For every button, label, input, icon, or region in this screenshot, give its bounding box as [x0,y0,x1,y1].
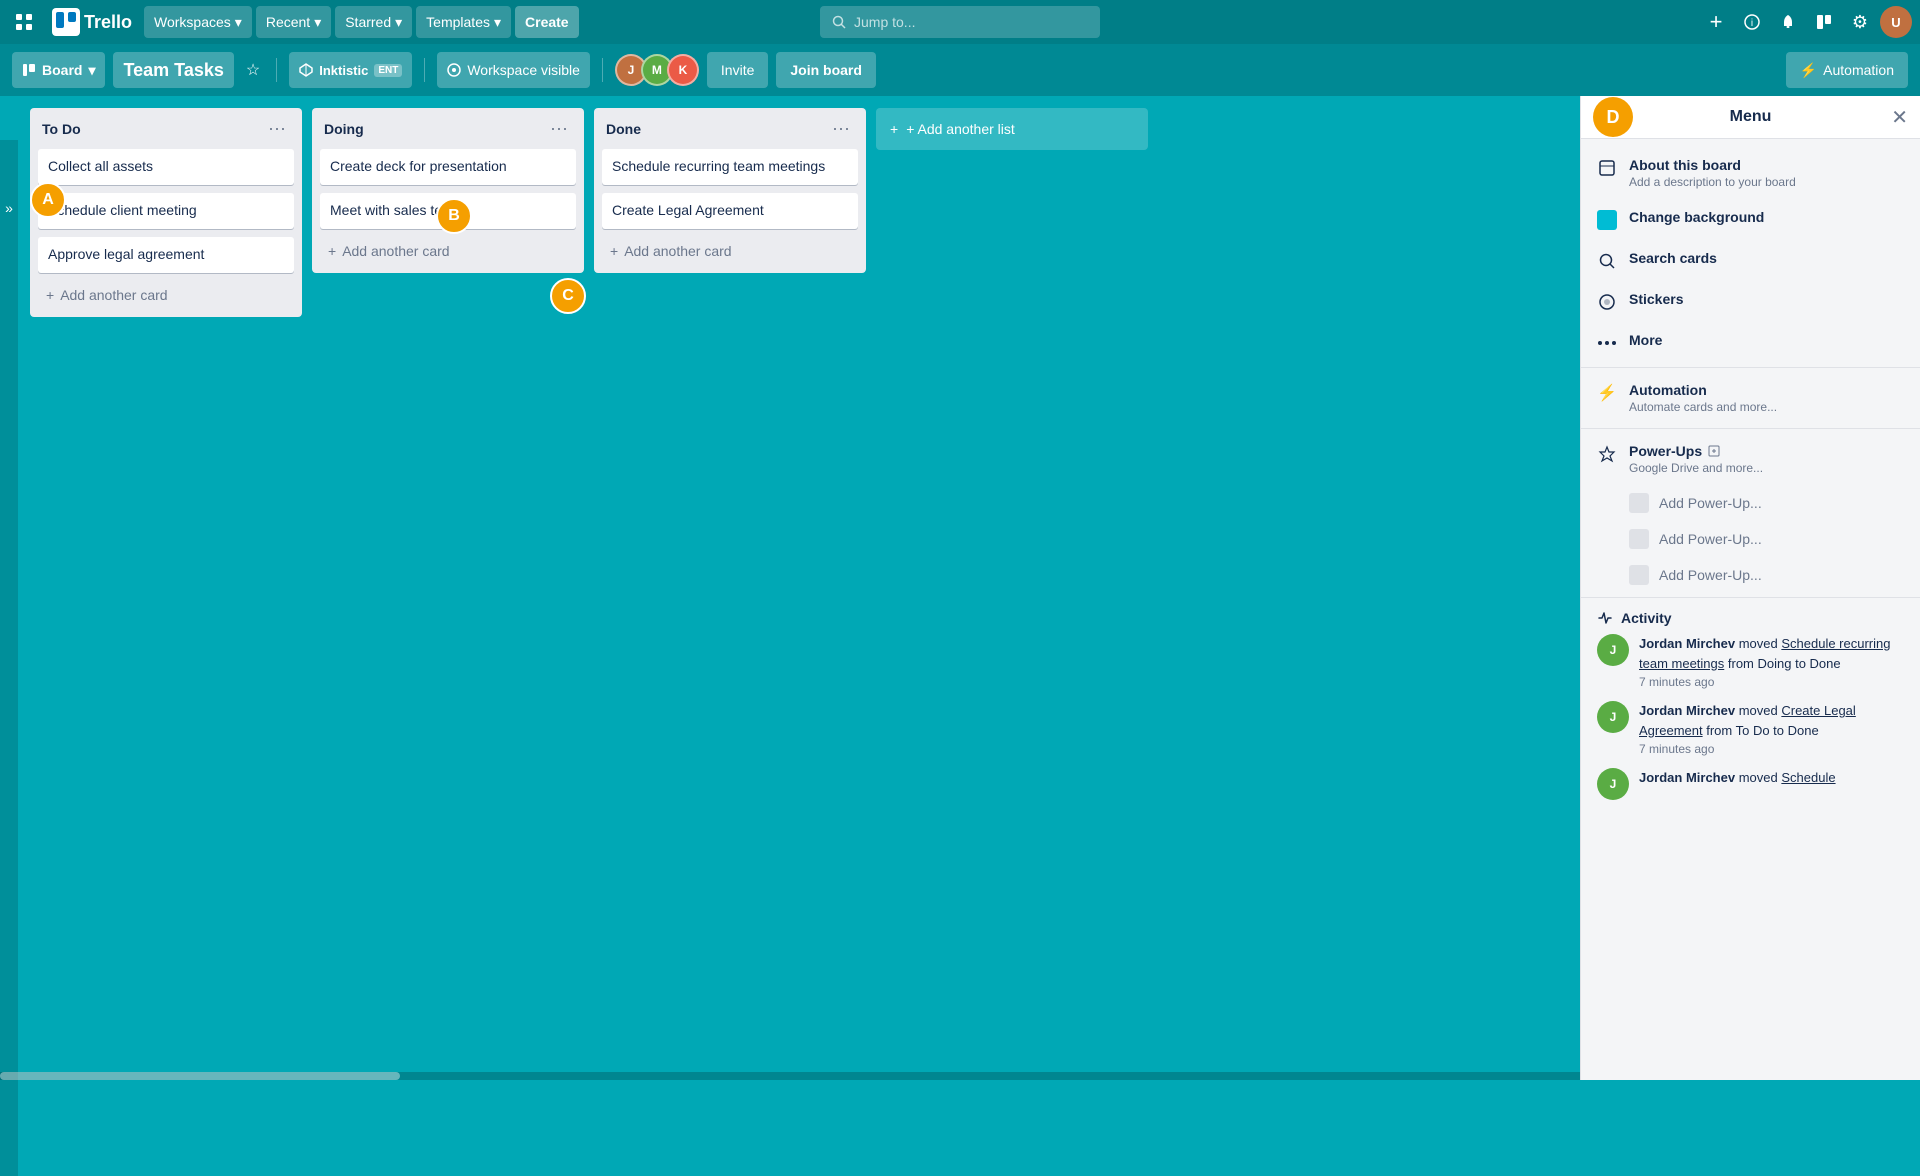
list-done: Done ··· Schedule recurring team meeting… [594,108,866,273]
starred-btn[interactable]: Starred ▾ [335,6,412,38]
board-view-btn[interactable] [1808,6,1840,38]
activity-item-2: J Jordan Mirchev moved Create Legal Agre… [1597,701,1904,756]
list-menu-btn-done[interactable]: ··· [828,116,854,141]
trello-logo[interactable]: Trello [44,4,140,40]
list-menu-btn-todo[interactable]: ··· [264,116,290,141]
workspaces-btn[interactable]: Workspaces ▾ [144,6,252,38]
activity-avatar-2: J [1597,701,1629,733]
menu-header: D Menu ✕ [1581,96,1920,139]
card-schedule-recurring[interactable]: Schedule recurring team meetings ✎ [602,149,858,185]
add-powerup-1[interactable]: Add Power-Up... [1581,485,1920,521]
card-create-deck[interactable]: Create deck for presentation ✎ [320,149,576,185]
list-header-done: Done ··· [602,116,858,141]
list-menu-btn-doing[interactable]: ··· [546,116,572,141]
menu-item-stickers[interactable]: Stickers [1581,281,1920,322]
menu-divider-3 [1581,597,1920,598]
recent-btn[interactable]: Recent ▾ [256,6,331,38]
add-card-btn-todo[interactable]: + Add another card [38,281,294,309]
automation-btn[interactable]: ⚡ Automation [1786,52,1908,88]
search-bar[interactable]: Jump to... [820,6,1100,38]
powerups-icon [1597,444,1617,464]
create-btn[interactable]: Create [515,6,579,38]
activity-avatar-1: J [1597,634,1629,666]
list-header-doing: Doing ··· [320,116,576,141]
more-icon [1597,333,1617,353]
sticker-icon [1597,292,1617,312]
user-avatar[interactable]: U [1880,6,1912,38]
horizontal-scrollbar[interactable] [0,1072,1580,1080]
settings-btn[interactable]: ⚙ [1844,6,1876,38]
menu-item-more[interactable]: More [1581,322,1920,363]
background-icon [1597,210,1617,230]
list-title-done: Done [606,121,828,137]
automation-icon: ⚡ [1597,383,1617,403]
templates-btn[interactable]: Templates ▾ [416,6,511,38]
menu-body: About this board Add a description to yo… [1581,139,1920,1080]
list-title-todo: To Do [42,121,264,137]
header-divider-1 [276,58,277,82]
menu-item-about[interactable]: About this board Add a description to yo… [1581,147,1920,199]
member-avatar-3[interactable]: K [667,54,699,86]
activity-item-3: J Jordan Mirchev moved Schedule [1597,768,1904,800]
plus-icon: + [890,121,898,137]
search-icon [1597,251,1617,271]
header-divider-2 [424,58,425,82]
activity-section: Activity J Jordan Mirchev moved Schedule… [1581,602,1920,820]
join-board-btn[interactable]: Join board [776,52,876,88]
bell-btn[interactable] [1772,6,1804,38]
menu-item-search[interactable]: Search cards [1581,240,1920,281]
board-menu-btn[interactable]: Board ▾ [12,52,105,88]
powerup-placeholder-icon-3 [1629,565,1649,585]
annotation-badge-b: B [436,198,472,234]
svg-text:i: i [1751,18,1753,29]
nav-right: + i ⚙ U [1700,6,1912,38]
book-icon [1597,158,1617,178]
list-todo: To Do ··· Collect all assets ✎ Schedule … [30,108,302,317]
member-avatars: J M K [615,54,699,86]
add-list-btn[interactable]: + + Add another list [876,108,1148,150]
menu-close-btn[interactable]: ✕ [1891,105,1908,130]
activity-item-1: J Jordan Mirchev moved Schedule recurrin… [1597,634,1904,689]
workspace-visible-btn[interactable]: Workspace visible [437,52,590,88]
menu-panel: D Menu ✕ About this board Add a descrip [1580,96,1920,1080]
add-card-btn-done[interactable]: + Add another card [602,237,858,265]
header-divider-3 [602,58,603,82]
add-powerup-2[interactable]: Add Power-Up... [1581,521,1920,557]
top-nav: Trello Workspaces ▾ Recent ▾ Starred ▾ T… [0,0,1920,44]
menu-title: Menu [1730,108,1772,126]
add-card-btn-doing[interactable]: + Add another card [320,237,576,265]
card-create-legal[interactable]: Create Legal Agreement ✎ [602,193,858,229]
card-collect-assets[interactable]: Collect all assets ✎ [38,149,294,185]
info-btn[interactable]: i [1736,6,1768,38]
card-approve-legal[interactable]: Approve legal agreement ✎ [38,237,294,273]
menu-divider-2 [1581,428,1920,429]
menu-user-avatar[interactable]: D [1593,97,1633,137]
menu-item-background[interactable]: Change background [1581,199,1920,240]
board-content: To Do ··· Collect all assets ✎ Schedule … [18,96,1580,1080]
list-doing: Doing ··· Create deck for presentation ✎… [312,108,584,273]
menu-item-automation[interactable]: ⚡ Automation Automate cards and more... [1581,372,1920,424]
chevron-left-icon: » [5,200,13,216]
list-title-doing: Doing [324,121,546,137]
star-btn[interactable]: ☆ [242,56,264,84]
powerup-placeholder-icon-1 [1629,493,1649,513]
annotation-badge-a: A [30,182,66,218]
invite-btn[interactable]: Invite [707,52,768,88]
list-header-todo: To Do ··· [38,116,294,141]
board-header: Board ▾ Team Tasks ☆ Inktistic ENT Works… [0,44,1920,96]
app-switcher-btn[interactable] [8,6,40,38]
menu-divider-1 [1581,367,1920,368]
sidebar-collapse-handle[interactable]: » [0,140,18,1176]
annotation-badge-c: C [550,278,586,314]
board-title[interactable]: Team Tasks [113,52,233,88]
activity-title: Activity [1597,610,1904,626]
add-powerup-3[interactable]: Add Power-Up... [1581,557,1920,593]
scrollbar-thumb[interactable] [0,1072,400,1080]
powerup-placeholder-icon-2 [1629,529,1649,549]
workspace-tag[interactable]: Inktistic ENT [289,52,412,88]
menu-item-powerups[interactable]: Power-Ups Google Drive and more... [1581,433,1920,485]
plus-btn[interactable]: + [1700,6,1732,38]
activity-avatar-3: J [1597,768,1629,800]
card-schedule-client[interactable]: Schedule client meeting ✎ [38,193,294,229]
